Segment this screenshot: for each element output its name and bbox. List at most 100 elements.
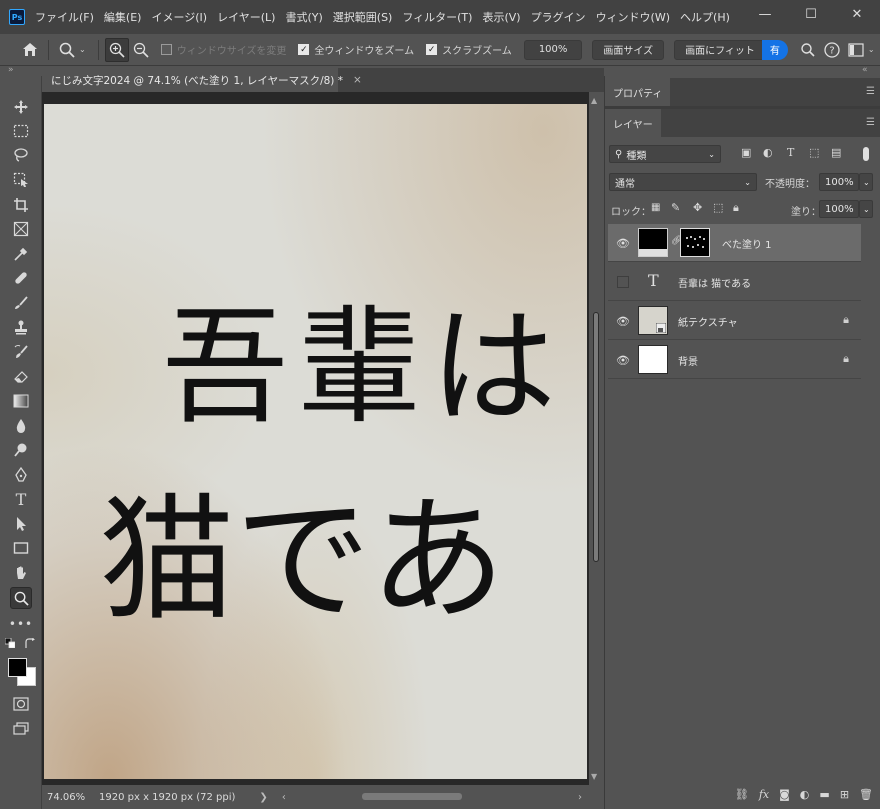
filter-smart-object-icon[interactable]: ▤ [831,146,841,159]
fill-input[interactable]: 100% [819,200,859,218]
collapse-left-icon[interactable]: » [8,66,14,76]
add-layer-mask-icon[interactable]: ◙ [779,788,790,801]
new-group-icon[interactable]: ▬ [819,788,829,801]
lock-image-pixels-icon[interactable]: ✎ [671,201,680,214]
rectangle-tool-icon[interactable] [10,537,32,559]
vertical-scroll-thumb[interactable] [593,312,599,562]
document-tab[interactable]: にじみ文字2024 @ 74.1% (べた塗り 1, レイヤーマスク/8) * … [42,68,362,92]
more-tools-icon[interactable]: ••• [9,613,32,635]
horizontal-scroll-thumb[interactable] [362,793,462,800]
dodge-tool-icon[interactable] [10,439,32,461]
marquee-tool-icon[interactable] [10,120,32,142]
menu-window[interactable]: ウィンドウ(W) [596,9,670,25]
layer-row-solid-fill[interactable]: 👁︎ 🔗︎ べた塗り 1 [608,224,861,262]
object-selection-tool-icon[interactable] [10,169,32,191]
panel-menu-icon[interactable]: ☰ [866,117,875,128]
menu-plugins[interactable]: プラグイン [531,9,586,25]
new-adjustment-layer-icon[interactable]: ◐ [800,788,810,801]
layer-row-paper-texture[interactable]: 👁︎ 紙テクスチャ 🔒︎ [608,302,861,340]
lock-icon[interactable]: 🔒︎ [843,352,849,366]
new-layer-icon[interactable]: ⊞ [840,788,849,801]
fit-screen-button[interactable]: 画面サイズ [592,39,665,60]
close-tab-icon[interactable]: × [353,74,362,86]
link-layers-icon[interactable]: ⛓︎ [735,788,749,801]
pen-tool-icon[interactable] [10,464,32,486]
quick-mask-icon[interactable] [10,693,32,715]
close-button[interactable]: ✕ [834,0,880,28]
paper-texture-canvas[interactable]: 吾輩は 猫であ [44,104,587,779]
menu-layer[interactable]: レイヤー(L) [217,9,275,25]
collapse-right-icon[interactable]: « [862,66,868,76]
search-icon[interactable] [796,38,820,62]
layers-tab[interactable]: レイヤー [605,109,661,137]
filter-toggle-switch[interactable] [863,147,869,161]
zoom-100-button[interactable]: 100% [523,39,583,60]
fill-dropdown-icon[interactable]: ⌄ [859,200,873,218]
home-icon[interactable] [18,38,42,62]
blend-mode-select[interactable]: 通常 ⌄ [609,173,757,191]
menu-file[interactable]: ファイル(F) [35,9,94,25]
path-selection-tool-icon[interactable] [10,513,32,535]
chevron-down-icon[interactable]: ⌄ [868,45,875,54]
filter-shape-layer-icon[interactable]: ⬚ [809,146,819,159]
zoom-tool-icon[interactable] [10,587,32,609]
layer-filter-kind-select[interactable]: ⚲ 種類 ⌄ [609,145,721,163]
eyedropper-tool-icon[interactable] [10,243,32,265]
opacity-input[interactable]: 100% [819,173,859,191]
menu-filter[interactable]: フィルター(T) [402,9,472,25]
crop-tool-icon[interactable] [10,194,32,216]
panel-menu-icon[interactable]: ☰ [866,86,875,97]
zoom-in-icon[interactable] [104,37,129,62]
resize-windows-checkbox[interactable]: ウィンドウサイズを変更 [160,42,286,57]
lock-icon[interactable]: 🔒︎ [843,313,849,327]
screen-mode-icon[interactable] [10,718,32,740]
move-tool-icon[interactable] [10,96,32,118]
chevron-down-icon[interactable]: ⌄ [79,45,86,54]
properties-tab[interactable]: プロパティ [605,78,671,106]
scroll-right-arrow-icon[interactable]: › [578,792,582,803]
fill-screen-button[interactable]: 画面にフィット [674,39,766,60]
brush-tool-icon[interactable] [10,292,32,314]
scroll-down-arrow-icon[interactable]: ▼ [591,772,597,781]
layer-style-fx-icon[interactable]: fx [759,788,769,801]
clone-stamp-tool-icon[interactable] [10,316,32,338]
eye-icon[interactable]: 👁︎ [616,236,630,250]
menu-image[interactable]: イメージ(I) [151,9,207,25]
zoom-tool-preset-icon[interactable] [55,38,79,62]
lasso-tool-icon[interactable] [10,144,32,166]
zoom-level[interactable]: 74.06% [47,792,97,803]
share-button[interactable]: 有 [761,39,788,60]
visibility-toggle-off[interactable] [617,276,629,288]
lock-artboard-icon[interactable]: ⬚ [713,201,723,214]
eraser-tool-icon[interactable] [10,366,32,388]
filter-type-layer-icon[interactable]: T [787,146,794,159]
minimize-button[interactable]: — [742,0,788,28]
lock-all-icon[interactable]: 🔒︎ [733,201,739,215]
type-tool-icon[interactable]: T [10,488,32,510]
scroll-left-arrow-icon[interactable]: ‹ [282,792,286,803]
filter-adjustment-layer-icon[interactable]: ◐ [763,146,773,159]
hand-tool-icon[interactable] [10,562,32,584]
help-icon[interactable]: ? [820,38,844,62]
history-brush-tool-icon[interactable] [10,341,32,363]
menu-type[interactable]: 書式(Y) [285,9,322,25]
layer-row-background[interactable]: 👁︎ 背景 🔒︎ [608,341,861,379]
swap-colors-icon[interactable] [24,637,36,649]
eye-icon[interactable]: 👁︎ [616,353,630,367]
gradient-tool-icon[interactable] [10,390,32,412]
layer-mask-thumbnail[interactable] [680,228,710,257]
eye-icon[interactable]: 👁︎ [616,314,630,328]
menu-view[interactable]: 表示(V) [482,9,520,25]
lock-position-icon[interactable]: ✥ [693,201,702,214]
delete-layer-icon[interactable]: 🗑︎ [859,788,873,801]
menu-help[interactable]: ヘルプ(H) [680,9,730,25]
canvas-area[interactable]: 吾輩は 猫であ [42,92,589,785]
healing-brush-tool-icon[interactable] [10,267,32,289]
menu-edit[interactable]: 編集(E) [104,9,142,25]
vertical-scrollbar[interactable]: ▲ ▼ [589,92,603,785]
default-colors-icon[interactable] [4,637,16,649]
zoom-out-icon[interactable] [129,38,153,62]
layer-row-text[interactable]: T 吾輩は 猫である [608,263,861,301]
lock-transparent-pixels-icon[interactable]: ▦ [651,202,660,213]
scroll-up-arrow-icon[interactable]: ▲ [591,96,597,105]
